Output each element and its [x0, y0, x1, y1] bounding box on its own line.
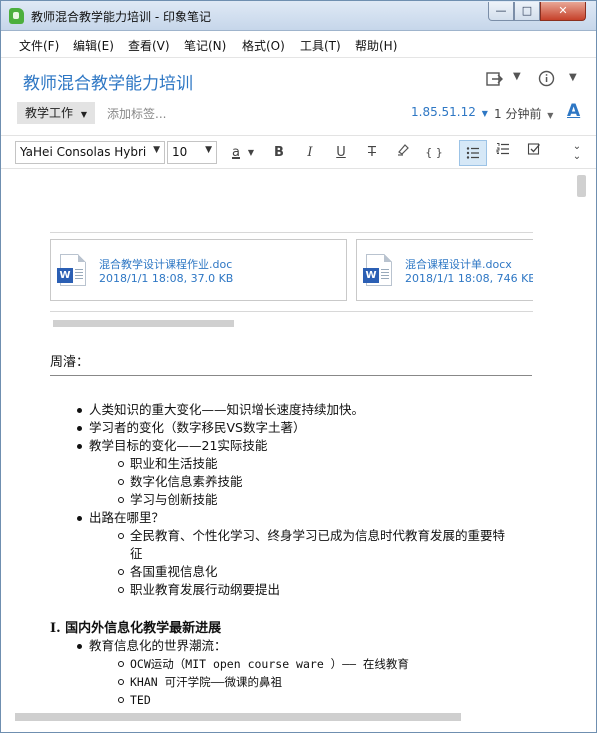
- strikethrough-button[interactable]: T: [361, 142, 383, 164]
- chevron-down-icon: ▼: [481, 109, 488, 118]
- note-header: 教师混合教学能力培训 ▼ ▼ 教学工作 ▼ 添加标签... 1.85.51.12…: [1, 59, 596, 129]
- font-size-select[interactable]: 10 ▼: [167, 141, 217, 164]
- chevron-down-icon: ▼: [80, 110, 87, 119]
- list-item: 学习与创新技能: [118, 491, 529, 509]
- attachment-strip: W 混合教学设计课程作业.doc 2018/1/1 18:08, 37.0 KB…: [50, 232, 533, 312]
- horizontal-scrollbar[interactable]: [15, 713, 461, 721]
- list-item: 各国重视信息化: [118, 563, 529, 581]
- location-selector[interactable]: 1.85.51.12 ▼: [411, 105, 488, 119]
- list-item: 人类知识的重大变化——知识增长速度持续加快。: [77, 401, 529, 419]
- maximize-button[interactable]: □: [514, 2, 540, 21]
- menu-tools[interactable]: 工具(T): [300, 37, 341, 54]
- notebook-label: 教学工作: [25, 106, 74, 120]
- title-bar[interactable]: 教师混合教学能力培训 - 印象笔记 — □ ✕: [1, 1, 596, 31]
- list-item: 职业教育发展行动纲要提出: [118, 581, 529, 599]
- list-item: KHAN 可汗学院——微课的鼻祖: [118, 673, 529, 691]
- code-block-button[interactable]: { }: [423, 142, 445, 164]
- notebook-selector[interactable]: 教学工作 ▼: [17, 102, 95, 124]
- add-tag-input[interactable]: 添加标签...: [107, 105, 166, 122]
- attachment-name: 混合课程设计单.docx: [405, 258, 512, 271]
- share-dropdown-icon[interactable]: ▼: [513, 71, 521, 82]
- time-label: 1 分钟前: [494, 107, 542, 121]
- attachment-scrollbar[interactable]: [53, 320, 234, 327]
- word-document-icon: W: [363, 254, 392, 286]
- vertical-scrollbar[interactable]: [574, 170, 596, 710]
- word-document-icon: W: [57, 254, 86, 286]
- text-color-button[interactable]: a: [225, 142, 247, 164]
- bullet-list: 人类知识的重大变化——知识增长速度持续加快。 学习者的变化（数字移民VS数字土著…: [77, 401, 529, 599]
- section-heading: I. 国内外信息化教学最新进展: [50, 621, 222, 636]
- chevron-down-icon: ▼: [153, 145, 160, 155]
- note-title[interactable]: 教师混合教学能力培训: [23, 69, 193, 94]
- evernote-logo-icon: [9, 8, 24, 24]
- menu-help[interactable]: 帮助(H): [355, 37, 397, 54]
- menu-view[interactable]: 查看(V): [128, 37, 170, 54]
- list-item: 教学目标的变化——21实际技能: [77, 437, 529, 455]
- window-title: 教师混合教学能力培训 - 印象笔记: [31, 10, 211, 24]
- chevron-down-icon: ▼: [547, 111, 554, 120]
- bulleted-list-icon[interactable]: [459, 140, 487, 166]
- numbered-list-icon[interactable]: [492, 142, 514, 164]
- close-button[interactable]: ✕: [540, 2, 586, 21]
- italic-button[interactable]: I: [299, 142, 321, 164]
- menu-bar: 文件(F) 编辑(E) 查看(V) 笔记(N) 格式(O) 工具(T) 帮助(H…: [1, 31, 596, 58]
- divider: [50, 375, 532, 376]
- list-item-continuation: 征: [130, 546, 143, 561]
- location-label: 1.85.51.12: [411, 105, 476, 119]
- note-editor[interactable]: W 混合教学设计课程作业.doc 2018/1/1 18:08, 37.0 KB…: [1, 170, 596, 710]
- list-item: 全民教育、个性化学习、终身学习已成为信息时代教育发展的重要特: [118, 527, 529, 545]
- highlight-icon[interactable]: [392, 142, 414, 164]
- list-item: 数字化信息素养技能: [118, 473, 529, 491]
- more-options-icon[interactable]: ▼: [569, 72, 577, 83]
- minimize-button[interactable]: —: [488, 2, 514, 21]
- attachment-meta: 2018/1/1 18:08, 746 KB: [405, 272, 533, 285]
- attachment-card[interactable]: W 混合课程设计单.docx 2018/1/1 18:08, 746 KB: [356, 239, 533, 301]
- reminder-time-selector[interactable]: 1 分钟前 ▼: [494, 105, 553, 122]
- list-item: OCW运动（MIT open course ware ）—— 在线教育: [118, 655, 529, 673]
- attachment-name: 混合教学设计课程作业.doc: [99, 258, 233, 271]
- menu-format[interactable]: 格式(O): [242, 37, 285, 54]
- list-item: 职业和生活技能: [118, 455, 529, 473]
- text-color-dropdown-icon[interactable]: ▼: [245, 142, 257, 164]
- attachment-meta: 2018/1/1 18:08, 37.0 KB: [99, 272, 234, 285]
- app-window: 教师混合教学能力培训 - 印象笔记 — □ ✕ 文件(F) 编辑(E) 查看(V…: [0, 0, 597, 733]
- more-tools-icon[interactable]: ⌄ ⌄: [566, 142, 588, 164]
- bullet-list: 教育信息化的世界潮流： OCW运动（MIT open course ware ）…: [77, 637, 529, 709]
- checkbox-icon[interactable]: [523, 142, 545, 164]
- list-item: 教育信息化的世界潮流：: [77, 637, 529, 655]
- list-item: 学习者的变化（数字移民VS数字土著）: [77, 419, 529, 437]
- menu-edit[interactable]: 编辑(E): [73, 37, 114, 54]
- section-label: 周濬：: [50, 355, 90, 370]
- menu-note[interactable]: 笔记(N): [184, 37, 226, 54]
- list-item: 出路在哪里？: [77, 509, 529, 527]
- info-icon[interactable]: [538, 70, 555, 91]
- chevron-down-icon: ▼: [205, 145, 212, 155]
- font-size-icon[interactable]: A: [567, 101, 580, 121]
- font-size-value: 10: [172, 145, 188, 159]
- format-toolbar: YaHei Consolas Hybri ▼ 10 ▼ a ▼ B I U T …: [1, 135, 596, 169]
- attachment-card[interactable]: W 混合教学设计课程作业.doc 2018/1/1 18:08, 37.0 KB: [50, 239, 347, 301]
- font-family-value: YaHei Consolas Hybri: [20, 145, 147, 159]
- scrollbar-thumb[interactable]: [577, 175, 586, 197]
- underline-button[interactable]: U: [330, 142, 352, 164]
- menu-file[interactable]: 文件(F): [19, 37, 59, 54]
- list-item: TED: [118, 691, 529, 709]
- font-family-select[interactable]: YaHei Consolas Hybri ▼: [15, 141, 165, 164]
- share-icon[interactable]: [485, 70, 503, 92]
- bold-button[interactable]: B: [268, 142, 290, 164]
